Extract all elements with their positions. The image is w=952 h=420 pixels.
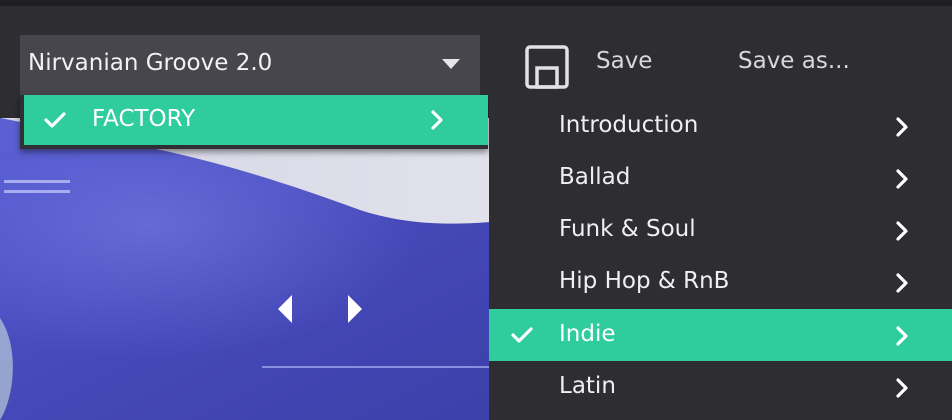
menu-item-latin[interactable]: Latin: [489, 361, 952, 413]
caret-down-icon: [442, 59, 460, 69]
menu-item-indie[interactable]: Indie: [489, 309, 952, 361]
preset-selector[interactable]: Nirvanian Groove 2.0: [20, 35, 480, 95]
menu-item-introduction[interactable]: Introduction: [489, 100, 952, 152]
previous-preset-arrow-icon[interactable]: [278, 295, 292, 323]
floppy-disk-icon[interactable]: [524, 44, 570, 90]
menu-item-label: Introduction: [559, 112, 699, 138]
menu-item-label: Indie: [559, 321, 616, 347]
menu-item-label: FACTORY: [92, 106, 196, 132]
category-submenu: Introduction Ballad Funk & Soul Hip Hop …: [489, 98, 952, 420]
chevron-right-icon: [896, 221, 908, 241]
chevron-right-icon: [896, 326, 908, 346]
chevron-right-icon: [431, 110, 443, 130]
menu-item-funk-soul[interactable]: Funk & Soul: [489, 204, 952, 256]
save-button[interactable]: Save: [596, 48, 652, 74]
menu-item-label: Latin: [559, 373, 616, 399]
checkmark-icon: [44, 112, 66, 128]
bank-menu: FACTORY: [20, 95, 488, 149]
menu-item-hip-hop-rnb[interactable]: Hip Hop & RnB: [489, 256, 952, 308]
next-preset-arrow-icon[interactable]: [348, 295, 362, 323]
menu-item-ballad[interactable]: Ballad: [489, 152, 952, 204]
preset-browser: Nirvanian Groove 2.0 Save Save as... FAC…: [0, 0, 952, 420]
save-as-button[interactable]: Save as...: [738, 48, 850, 74]
preset-name: Nirvanian Groove 2.0: [28, 50, 273, 76]
chevron-right-icon: [896, 378, 908, 398]
checkmark-icon: [511, 327, 533, 343]
chevron-right-icon: [896, 169, 908, 189]
top-border: [0, 0, 952, 6]
chevron-right-icon: [896, 273, 908, 293]
menu-item-label: Hip Hop & RnB: [559, 268, 730, 294]
chevron-right-icon: [896, 117, 908, 137]
menu-item-label: Ballad: [559, 164, 631, 190]
menu-item-label: Funk & Soul: [559, 216, 696, 242]
menu-item-factory[interactable]: FACTORY: [24, 95, 488, 145]
